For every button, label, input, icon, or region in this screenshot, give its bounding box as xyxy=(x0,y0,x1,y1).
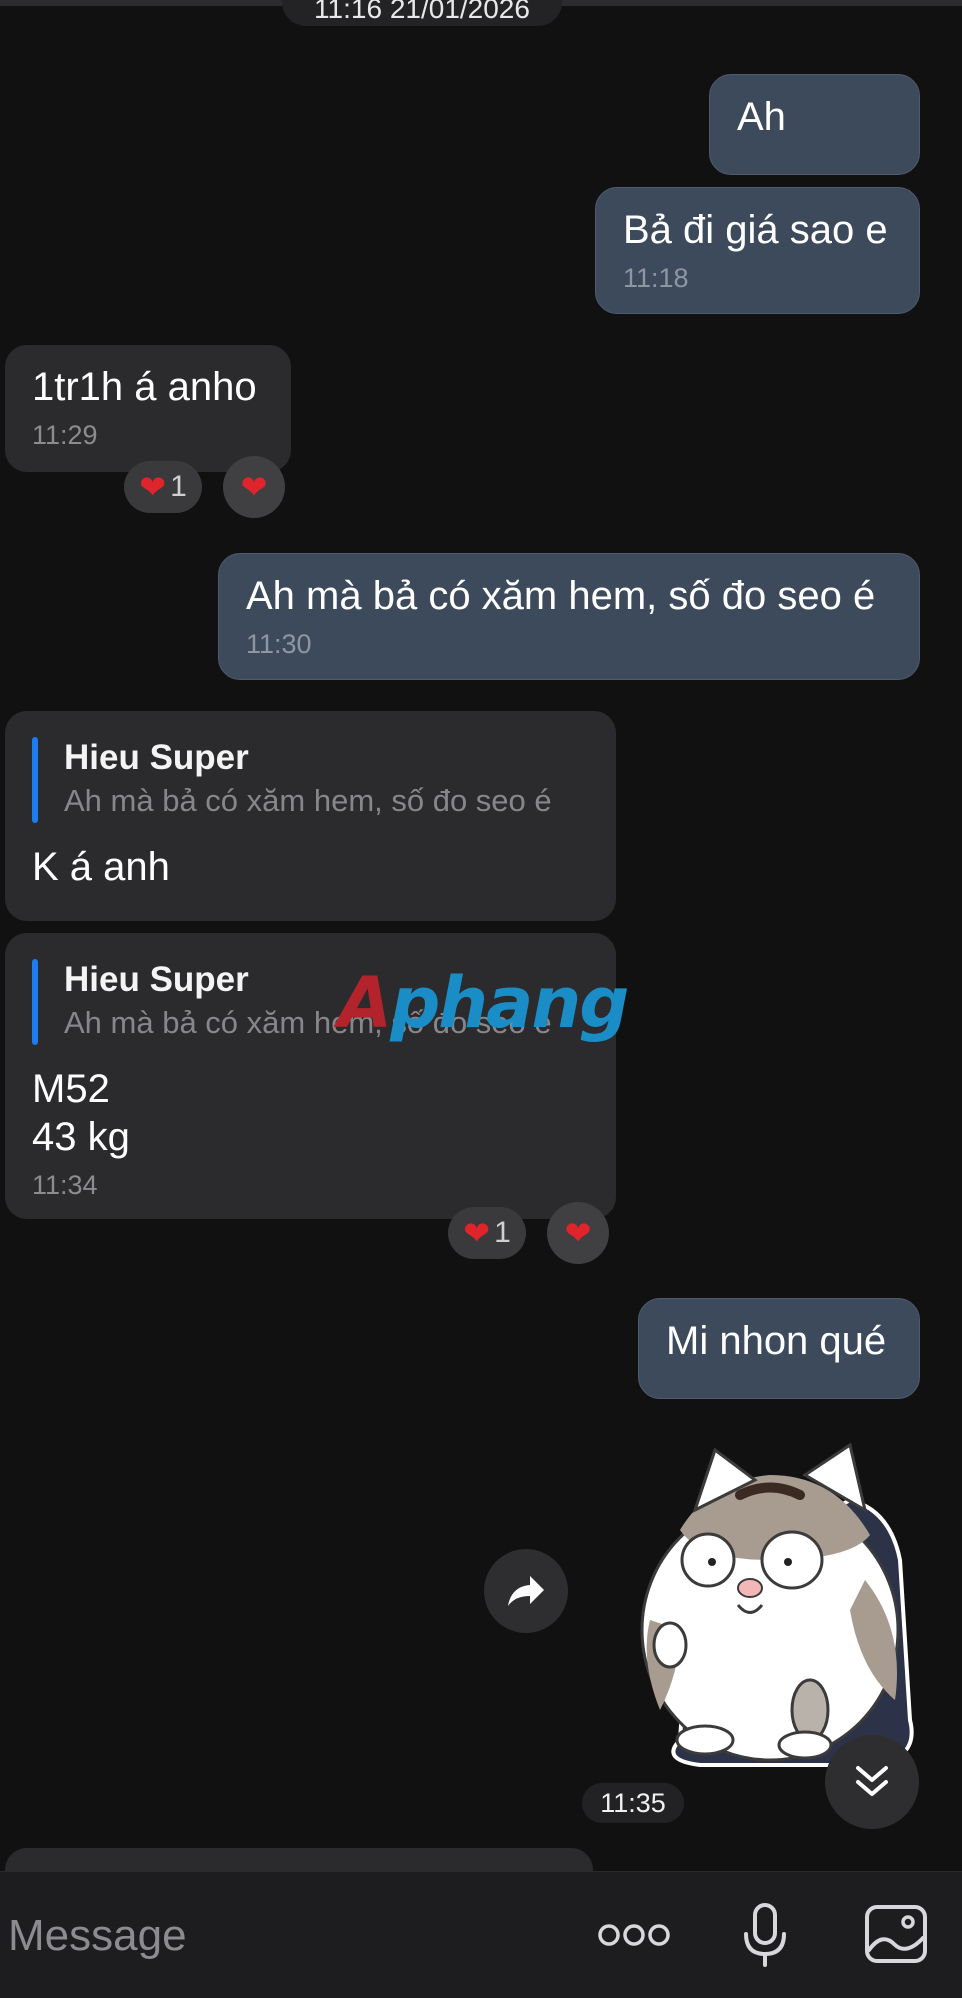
date-separator: 11:16 21/01/2026 xyxy=(282,0,562,26)
message-time: 11:18 xyxy=(623,263,689,293)
heart-icon: ❤ xyxy=(240,469,268,505)
message-text: 1tr1h á anho xyxy=(32,365,257,409)
reaction-count: 1 xyxy=(170,470,187,503)
message-composer xyxy=(0,1871,962,1998)
message-text: K á anh xyxy=(32,845,170,889)
chubby-cat-sticker[interactable] xyxy=(620,1440,920,1770)
voice-record-button[interactable] xyxy=(734,1894,796,1976)
forward-button[interactable] xyxy=(484,1549,568,1633)
watermark-logo: Aphang xyxy=(338,958,629,1048)
message-text: Ah xyxy=(737,95,786,139)
image-gallery-icon xyxy=(865,1905,927,1963)
microphone-icon xyxy=(744,1903,786,1967)
gallery-button[interactable] xyxy=(860,1898,932,1970)
add-heart-reaction-button[interactable]: ❤ xyxy=(547,1202,609,1264)
message-text: M52 43 kg xyxy=(32,1067,130,1159)
message-time: 11:30 xyxy=(246,629,312,659)
reply-snippet: Ah mà bả có xăm hem, số đo seo é xyxy=(64,783,552,818)
outgoing-message[interactable]: Bả đi giá sao e 11:18 xyxy=(595,187,920,314)
watermark-first-letter: A xyxy=(338,962,392,1044)
scroll-to-bottom-button[interactable] xyxy=(825,1735,919,1829)
forward-arrow-icon xyxy=(508,1576,544,1606)
reply-accent-bar xyxy=(32,959,38,1045)
watermark-rest: phang xyxy=(390,962,629,1044)
reaction-count: 1 xyxy=(494,1216,511,1249)
outgoing-message[interactable]: Ah mà bả có xăm hem, số đo seo é 11:30 xyxy=(218,553,920,680)
outgoing-message[interactable]: Ah xyxy=(709,74,920,175)
incoming-message[interactable]: 1tr1h á anho 11:29 xyxy=(5,345,291,472)
heart-icon: ❤ xyxy=(463,1215,491,1251)
message-text: Ah mà bả có xăm hem, số đo seo é xyxy=(246,574,876,618)
quoted-reply[interactable]: Hieu Super Ah mà bả có xăm hem, số đo se… xyxy=(32,737,589,823)
message-time: 11:34 xyxy=(32,1170,98,1200)
more-dots-icon xyxy=(598,1924,670,1946)
reaction-count-badge[interactable]: ❤ 1 xyxy=(448,1207,526,1259)
message-text: Mi nhon qué xyxy=(666,1319,887,1363)
more-options-button[interactable] xyxy=(594,1910,674,1960)
message-text: Bả đi giá sao e xyxy=(623,208,888,252)
incoming-reply-message[interactable]: Hieu Super Ah mà bả có xăm hem, số đo se… xyxy=(5,711,616,921)
add-heart-reaction-button[interactable]: ❤ xyxy=(223,456,285,518)
outgoing-message[interactable]: Mi nhon qué xyxy=(638,1298,920,1399)
message-time: 11:29 xyxy=(32,420,98,450)
heart-icon: ❤ xyxy=(564,1215,592,1251)
heart-icon: ❤ xyxy=(139,469,167,505)
double-chevron-down-icon xyxy=(856,1766,888,1796)
message-time: 11:35 xyxy=(582,1783,684,1823)
reply-accent-bar xyxy=(32,737,38,823)
reply-author: Hieu Super xyxy=(64,738,249,777)
reaction-count-badge[interactable]: ❤ 1 xyxy=(124,461,202,513)
message-input[interactable] xyxy=(6,1900,570,1972)
